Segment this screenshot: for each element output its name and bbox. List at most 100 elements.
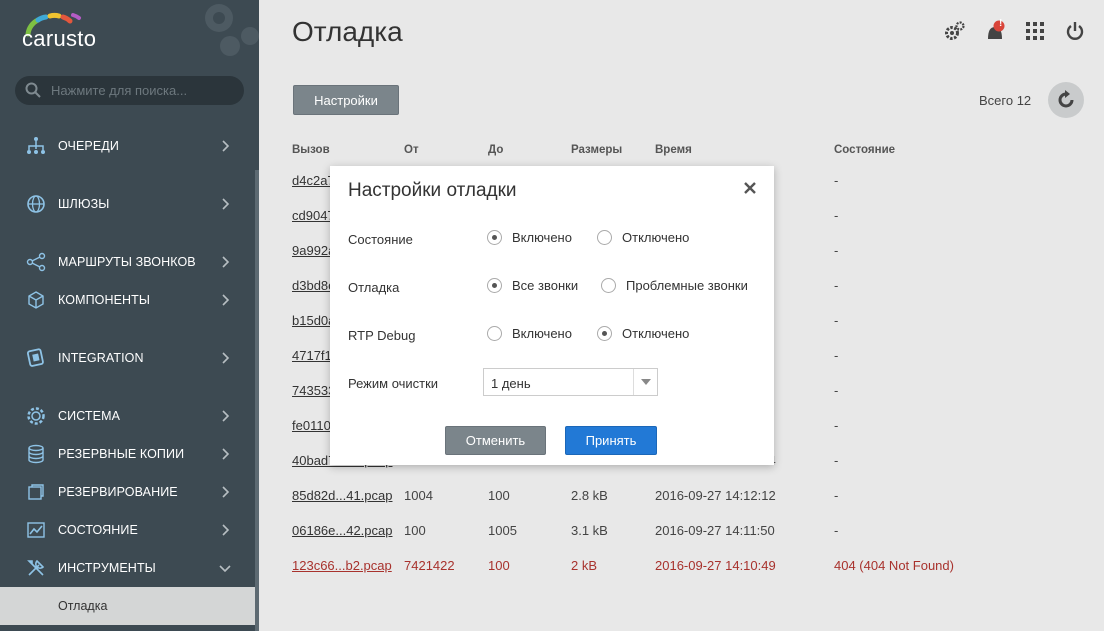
radio-circle[interactable]	[597, 230, 612, 245]
table-header-row: Вызов От До Размеры Время Состояние	[292, 137, 984, 163]
cell-call[interactable]: 06186e...42.pcap	[292, 513, 404, 548]
call-link[interactable]: 06186e...42.pcap	[292, 523, 392, 538]
search-box[interactable]	[15, 76, 244, 105]
close-icon[interactable]	[742, 180, 758, 196]
call-link[interactable]: 743533	[292, 383, 335, 398]
radio-label: Отключено	[622, 230, 690, 245]
debug-all-radio[interactable]: Все звонки	[487, 278, 578, 293]
chevron-right-icon	[222, 352, 230, 364]
radio-circle[interactable]	[487, 278, 502, 293]
sidebar-item-gateways[interactable]: ШЛЮЗЫ	[0, 187, 255, 221]
apps-grid-button[interactable]	[1024, 18, 1046, 44]
system-gear-icon	[27, 407, 45, 425]
sidebar-item-label: ИНСТРУМЕНТЫ	[58, 561, 156, 575]
sidebar-item-label: РЕЗЕРВИРОВАНИЕ	[58, 485, 178, 499]
chevron-right-icon	[222, 294, 230, 306]
debug-problem-radio[interactable]: Проблемные звонки	[601, 278, 748, 293]
rtp-off-radio[interactable]: Отключено	[597, 326, 689, 341]
sidebar-item-status[interactable]: СОСТОЯНИЕ	[0, 513, 255, 547]
gears-icon	[945, 21, 965, 40]
sidebar-item-label: СОСТОЯНИЕ	[58, 523, 138, 537]
cleanup-label: Режим очистки	[348, 376, 439, 391]
column-header[interactable]: Состояние	[834, 137, 984, 163]
cell-state: -	[834, 523, 839, 538]
chevron-right-icon	[222, 410, 230, 422]
cell-state: -	[834, 278, 839, 293]
sidebar-item-call-routes[interactable]: МАРШРУТЫ ЗВОНКОВ	[0, 245, 255, 279]
sidebar-item-system[interactable]: СИСТЕМА	[0, 399, 255, 433]
accept-button[interactable]: Принять	[565, 426, 657, 455]
total-count: Всего 12	[979, 93, 1032, 108]
call-link[interactable]: 123c66...b2.pcap	[292, 558, 392, 573]
cell-state: -	[834, 348, 839, 363]
globe-icon	[27, 195, 45, 213]
column-header[interactable]: Время	[655, 137, 834, 163]
cell-call[interactable]: 85d82d...41.pcap	[292, 478, 404, 513]
chevron-down-icon	[640, 379, 651, 385]
column-header[interactable]: От	[404, 137, 488, 163]
chart-icon	[27, 522, 45, 538]
sidebar-item-queues[interactable]: ОЧЕРЕДИ	[0, 129, 255, 163]
call-link[interactable]: 9a992a	[292, 243, 335, 258]
radio-label: Все звонки	[512, 278, 579, 293]
table-row: 123c66...b2.pcap 7421422 100 2 kB 2016-09-27…	[292, 548, 984, 583]
sidebar-item-integration[interactable]: INTEGRATION	[0, 341, 255, 375]
top-toolbar: !	[944, 18, 1086, 44]
sidebar-item-components[interactable]: КОМПОНЕНТЫ	[0, 283, 255, 317]
call-link[interactable]: fe0110	[292, 418, 331, 433]
radio-circle[interactable]	[487, 230, 502, 245]
database-icon	[28, 444, 44, 464]
sidebar-item-label: КОМПОНЕНТЫ	[58, 293, 151, 307]
radio-circle[interactable]	[487, 326, 502, 341]
call-link[interactable]: 4717f1	[292, 348, 332, 363]
settings-gears-button[interactable]	[944, 18, 966, 44]
sidebar-item-tools[interactable]: ИНСТРУМЕНТЫ	[0, 551, 255, 585]
call-link[interactable]: cd9047	[292, 208, 335, 223]
rtp-debug-row: RTP Debug Включено Отключено	[348, 326, 768, 346]
refresh-button[interactable]	[1048, 82, 1084, 118]
cell-state: -	[834, 313, 839, 328]
settings-button[interactable]: Настройки	[293, 85, 399, 115]
chevron-right-icon	[222, 198, 230, 210]
state-row: Состояние Включено Отключено	[348, 230, 768, 250]
logout-button[interactable]	[1064, 18, 1086, 44]
cell-from: 7421422	[404, 558, 455, 573]
sidebar-subitem-debug[interactable]: Отладка	[0, 587, 255, 625]
chevron-right-icon	[222, 524, 230, 536]
sidebar-item-backups[interactable]: РЕЗЕРВНЫЕ КОПИИ	[0, 437, 255, 471]
cancel-button[interactable]: Отменить	[445, 426, 546, 455]
logo-text: carusto	[22, 26, 97, 51]
cell-state: -	[834, 173, 839, 188]
column-header[interactable]: До	[488, 137, 571, 163]
cell-call[interactable]: 123c66...b2.pcap	[292, 548, 404, 583]
sidebar-item-reservation[interactable]: РЕЗЕРВИРОВАНИЕ	[0, 475, 255, 509]
call-link[interactable]: d4c2a7	[292, 173, 335, 188]
notifications-button[interactable]: !	[984, 18, 1006, 44]
sidebar-item-label: РЕЗЕРВНЫЕ КОПИИ	[58, 447, 185, 461]
tools-icon	[27, 559, 45, 576]
cleanup-select[interactable]: 1 день	[483, 368, 658, 396]
call-link[interactable]: b15d0a	[292, 313, 335, 328]
column-header[interactable]: Размеры	[571, 137, 655, 163]
cell-from: 1004	[404, 488, 433, 503]
state-off-radio[interactable]: Отключено	[597, 230, 689, 245]
sidebar-item-label: ШЛЮЗЫ	[58, 197, 110, 211]
state-on-radio[interactable]: Включено	[487, 230, 572, 245]
radio-circle[interactable]	[601, 278, 616, 293]
call-link[interactable]: 85d82d...41.pcap	[292, 488, 392, 503]
debug-row: Отладка Все звонки Проблемные звонки	[348, 278, 768, 298]
sidebar-subitem-label: Отладка	[58, 599, 108, 613]
sidebar-item-label: ОЧЕРЕДИ	[58, 139, 119, 153]
call-link[interactable]: d3bd8e	[292, 278, 335, 293]
share-routes-icon	[26, 252, 46, 272]
chevron-right-icon	[222, 486, 230, 498]
radio-circle[interactable]	[597, 326, 612, 341]
refresh-icon	[1058, 90, 1074, 108]
search-input[interactable]	[51, 80, 236, 101]
column-header[interactable]: Вызов	[292, 137, 404, 163]
table-row: 85d82d...41.pcap 1004 100 2.8 kB 2016-09-27 …	[292, 478, 984, 513]
debug-settings-modal: Настройки отладки Состояние Включено Отк…	[330, 166, 774, 465]
cell-from: 100	[404, 523, 426, 538]
rtp-on-radio[interactable]: Включено	[487, 326, 572, 341]
cleanup-select-value: 1 день	[491, 376, 531, 391]
